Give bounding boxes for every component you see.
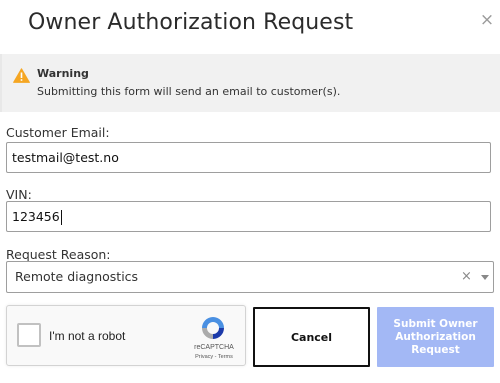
request-reason-select[interactable]: Remote diagnostics × <box>6 261 494 293</box>
customer-email-input[interactable]: testmail@test.no <box>6 142 491 173</box>
text-caret <box>60 210 62 225</box>
close-icon[interactable]: × <box>479 12 495 29</box>
cancel-button[interactable]: Cancel <box>253 307 370 367</box>
recaptcha-logo-icon <box>202 317 224 339</box>
warning-text: Submitting this form will send an email … <box>37 85 341 98</box>
clear-selection-icon[interactable]: × <box>461 262 472 292</box>
warning-title: Warning <box>37 67 89 80</box>
recaptcha-checkbox-label: I'm not a robot <box>49 329 126 343</box>
submit-request-button[interactable]: Submit Owner Authorization Request <box>377 307 494 367</box>
recaptcha-checkbox[interactable] <box>17 323 41 347</box>
dialog-title: Owner Authorization Request <box>28 10 354 35</box>
customer-email-label: Customer Email: <box>6 125 110 140</box>
request-reason-value: Remote diagnostics <box>15 269 139 284</box>
recaptcha-privacy-terms[interactable]: Privacy - Terms <box>188 354 240 360</box>
recaptcha-widget: I'm not a robot reCAPTCHA Privacy - Term… <box>6 305 246 366</box>
vin-label: VIN: <box>6 187 32 202</box>
customer-email-value: testmail@test.no <box>12 150 119 165</box>
recaptcha-brand: reCAPTCHA <box>194 344 234 351</box>
warning-banner: Warning Submitting this form will send a… <box>0 54 500 112</box>
warning-triangle-icon <box>13 68 30 83</box>
vin-input[interactable]: 123456 <box>6 201 491 232</box>
chevron-down-icon[interactable] <box>481 275 489 280</box>
request-reason-label: Request Reason: <box>6 247 111 262</box>
vin-value: 123456 <box>12 209 60 224</box>
